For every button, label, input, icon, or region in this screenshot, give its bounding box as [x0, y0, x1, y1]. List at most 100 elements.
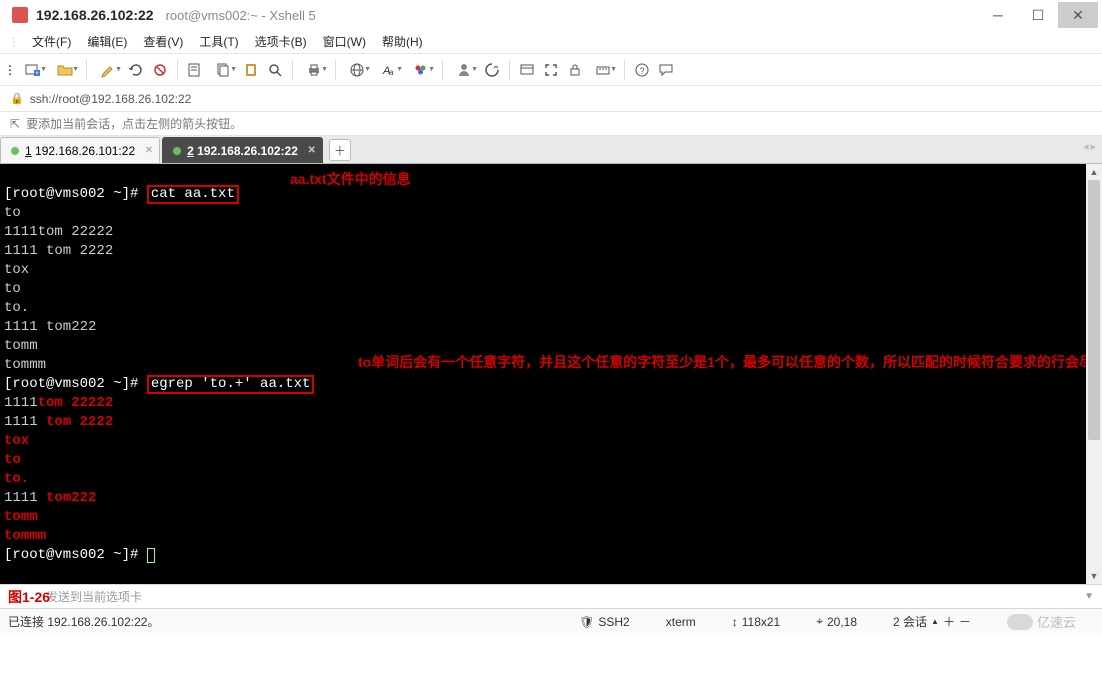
- compose-dropdown-icon[interactable]: ▼: [1084, 591, 1094, 602]
- menu-tools[interactable]: 工具(T): [191, 31, 246, 52]
- tab-2-label: 192.168.26.102:22: [194, 144, 298, 158]
- edit-button[interactable]: ▼: [93, 59, 123, 81]
- output-line: 1111: [4, 395, 38, 411]
- tab-1[interactable]: 1 192.168.26.101:22 ✕: [0, 137, 160, 163]
- match: tomm: [4, 509, 38, 525]
- terminal[interactable]: [root@vms002 ~]# cat aa.txt to 1111tom 2…: [0, 164, 1086, 584]
- cloud-icon: [1007, 614, 1033, 630]
- rows-icon: ↕: [732, 615, 738, 629]
- output-line: to: [4, 281, 21, 297]
- scroll-thumb[interactable]: [1088, 180, 1100, 440]
- tab-next-icon[interactable]: ▸: [1090, 140, 1096, 153]
- minimize-button[interactable]: ─: [978, 2, 1018, 28]
- match: to: [4, 452, 21, 468]
- prompt: [root@vms002 ~]#: [4, 376, 138, 392]
- user-button[interactable]: ▼: [449, 59, 479, 81]
- scroll-up-icon[interactable]: ▲: [1086, 164, 1102, 180]
- output-line: 1111tom 22222: [4, 224, 113, 240]
- maximize-button[interactable]: ☐: [1018, 2, 1058, 28]
- lang-button[interactable]: ▼: [342, 59, 372, 81]
- session-button[interactable]: [516, 59, 538, 81]
- print-button[interactable]: ▼: [299, 59, 329, 81]
- menu-help[interactable]: 帮助(H): [374, 31, 431, 52]
- compose-row: 图1-26 发送到当前选项卡 ▼: [0, 584, 1102, 608]
- compose-hint[interactable]: 发送到当前选项卡: [46, 588, 142, 605]
- transfer-button[interactable]: [481, 59, 503, 81]
- tab-close-icon[interactable]: ✕: [308, 145, 316, 156]
- menu-tabs[interactable]: 选项卡(B): [247, 31, 315, 52]
- copy-button[interactable]: ▼: [208, 59, 238, 81]
- tab-close-icon[interactable]: ✕: [145, 145, 153, 156]
- annotation-2: to单词后会有一个任意字符，并且这个任意的字符至少是1个，最多可以任意的个数，所…: [358, 349, 1058, 376]
- command-1: cat aa.txt: [147, 185, 239, 204]
- lock-icon: 🔒: [10, 92, 24, 105]
- status-connection: 已连接 192.168.26.102:22。: [8, 613, 159, 630]
- output-line: 1111: [4, 490, 46, 506]
- terminal-area: [root@vms002 ~]# cat aa.txt to 1111tom 2…: [0, 164, 1102, 584]
- paste-button[interactable]: [240, 59, 262, 81]
- address-bar: 🔒 ssh://root@192.168.26.102:22: [0, 86, 1102, 112]
- match: tommm: [4, 528, 46, 544]
- prompt: [root@vms002 ~]#: [4, 186, 138, 202]
- svg-text:?: ?: [639, 66, 644, 76]
- disconnect-button[interactable]: [149, 59, 171, 81]
- scrollbar[interactable]: ▲ ▼: [1086, 164, 1102, 584]
- menu-window[interactable]: 窗口(W): [315, 31, 374, 52]
- scroll-down-icon[interactable]: ▼: [1086, 568, 1102, 584]
- cursor-icon: [147, 548, 155, 563]
- status-bar: 已连接 192.168.26.102:22。 🛡SSH2 xterm ↕118x…: [0, 608, 1102, 634]
- chat-button[interactable]: [655, 59, 677, 81]
- output-line: 1111 tom 2222: [4, 243, 113, 259]
- minus-icon[interactable]: －: [959, 613, 971, 630]
- close-button[interactable]: ✕: [1058, 2, 1098, 28]
- fullscreen-button[interactable]: [540, 59, 562, 81]
- address-url[interactable]: ssh://root@192.168.26.102:22: [30, 92, 192, 106]
- grip-icon: ⋮: [4, 63, 16, 77]
- output-line: 1111 tom222: [4, 319, 96, 335]
- plus-icon[interactable]: ＋: [943, 613, 955, 630]
- find-button[interactable]: [264, 59, 286, 81]
- lock-button[interactable]: [564, 59, 586, 81]
- chevron-up-icon[interactable]: ▲: [931, 617, 939, 626]
- open-button[interactable]: ▼: [50, 59, 80, 81]
- status-pos: 20,18: [827, 615, 857, 629]
- status-term: xterm: [666, 615, 696, 629]
- output-line: to: [4, 205, 21, 221]
- match: tom222: [46, 490, 96, 506]
- arrow-icon[interactable]: ⇱: [10, 117, 20, 131]
- output-line: tox: [4, 262, 29, 278]
- tip-text: 要添加当前会话，点击左侧的箭头按钮。: [26, 115, 242, 132]
- svg-text:a: a: [389, 68, 394, 77]
- keyboard-button[interactable]: ▼: [588, 59, 618, 81]
- tab-2[interactable]: 2 192.168.26.102:22 ✕: [162, 137, 323, 163]
- reconnect-button[interactable]: [125, 59, 147, 81]
- menubar: ⋮ 文件(F) 编辑(E) 查看(V) 工具(T) 选项卡(B) 窗口(W) 帮…: [0, 30, 1102, 54]
- output-line: to.: [4, 300, 29, 316]
- new-tab-button[interactable]: ＋: [329, 139, 351, 161]
- menu-view[interactable]: 查看(V): [135, 31, 191, 52]
- font-button[interactable]: Aa▼: [374, 59, 404, 81]
- color-button[interactable]: ▼: [406, 59, 436, 81]
- tab-prev-icon[interactable]: ◂: [1083, 140, 1089, 153]
- properties-button[interactable]: [184, 59, 206, 81]
- status-dot-icon: [11, 147, 19, 155]
- help-button[interactable]: ?: [631, 59, 653, 81]
- figure-label: 图1-26: [8, 587, 50, 607]
- output-line: 1111: [4, 414, 46, 430]
- watermark: 亿速云: [1007, 612, 1076, 631]
- match: tom 2222: [46, 414, 113, 430]
- annotation-1: aa.txt文件中的信息: [360, 166, 1060, 193]
- match: tox: [4, 433, 29, 449]
- new-session-button[interactable]: +▼: [18, 59, 48, 81]
- menu-edit[interactable]: 编辑(E): [79, 31, 135, 52]
- shield-icon: 🛡: [579, 615, 594, 629]
- menu-file[interactable]: 文件(F): [24, 31, 79, 52]
- status-dot-icon: [173, 147, 181, 155]
- prompt: [root@vms002 ~]#: [4, 547, 138, 563]
- match: to.: [4, 471, 29, 487]
- cursor-pos-icon: ⌖: [816, 614, 823, 629]
- tab-1-index: 1: [25, 144, 32, 158]
- grip-icon: ⋮: [8, 35, 20, 49]
- command-2: egrep 'to.+' aa.txt: [147, 375, 315, 394]
- status-size: 118x21: [742, 615, 780, 629]
